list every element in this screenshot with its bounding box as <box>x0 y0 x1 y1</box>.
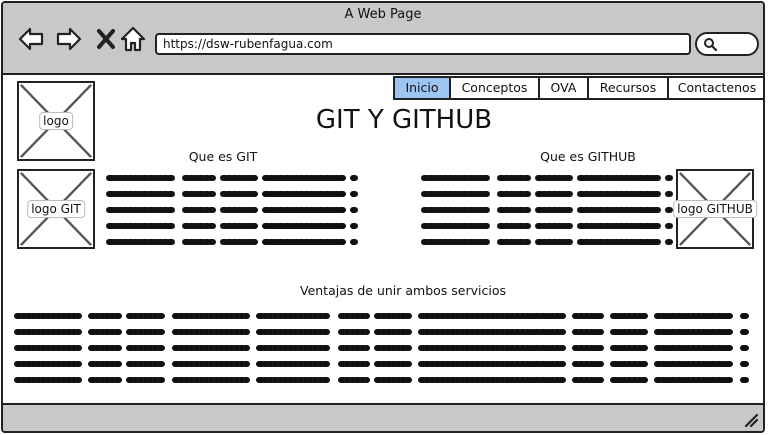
github-heading: Que es GITHUB <box>540 149 636 164</box>
resize-grip-icon[interactable] <box>743 412 759 428</box>
logo-git-image: logo GIT <box>17 169 95 249</box>
main-menu: Inicio Conceptos OVA Recursos Contacteno… <box>393 76 763 100</box>
git-placeholder-text <box>106 175 358 245</box>
back-arrow-icon[interactable] <box>17 25 45 53</box>
address-bar[interactable]: https://dsw-rubenfagua.com <box>155 33 691 55</box>
menu-item-conceptos[interactable]: Conceptos <box>449 78 538 98</box>
forward-arrow-icon[interactable] <box>55 25 83 53</box>
logo-github-label: logo GITHUB <box>673 200 757 218</box>
browser-chrome: A Web Page https://dsw-rubenfagua.com <box>3 3 763 75</box>
page-content: Inicio Conceptos OVA Recursos Contacteno… <box>3 75 763 407</box>
status-bar <box>3 403 763 431</box>
github-placeholder-text <box>421 175 673 245</box>
page-title: GIT Y GITHUB <box>315 105 493 135</box>
git-heading: Que es GIT <box>188 149 258 164</box>
logo-github-image: logo GITHUB <box>673 169 757 249</box>
window-title: A Web Page <box>344 7 422 22</box>
advantages-placeholder-text <box>14 313 750 383</box>
logo-git-label: logo GIT <box>27 200 85 218</box>
menu-item-contactenos[interactable]: Contactenos <box>667 78 763 98</box>
close-x-icon[interactable] <box>93 25 121 53</box>
search-box[interactable] <box>695 32 759 56</box>
menu-item-recursos[interactable]: Recursos <box>587 78 667 98</box>
home-icon[interactable] <box>119 25 147 53</box>
logo-label: logo <box>39 112 73 130</box>
logo-image: logo <box>17 81 95 161</box>
advantages-heading: Ventajas de unir ambos servicios <box>299 283 507 298</box>
search-icon <box>704 38 717 51</box>
menu-item-ova[interactable]: OVA <box>538 78 587 98</box>
menu-item-inicio[interactable]: Inicio <box>395 78 449 98</box>
browser-window: A Web Page https://dsw-rubenfagua.com In… <box>1 1 765 433</box>
